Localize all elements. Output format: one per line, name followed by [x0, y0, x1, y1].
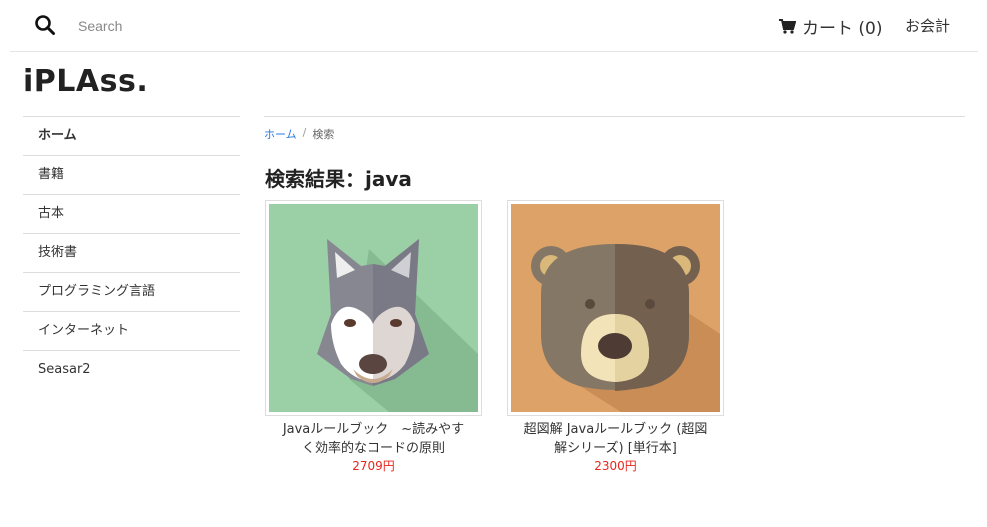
- top-navbar: カート (0) お会計: [10, 0, 978, 52]
- product-name[interactable]: 超図解 Javaルールブック (超図 解シリーズ) [単行本]: [507, 420, 724, 458]
- sidebar-item-used-books[interactable]: 古本: [23, 194, 240, 233]
- cart-link[interactable]: カート (0): [778, 14, 883, 39]
- product-name-line: く効率的なコードの原則: [301, 441, 445, 456]
- product-card: Javaルールブック ~読みやす く効率的なコードの原則 2709円: [265, 200, 482, 475]
- sidebar-item-seasar2[interactable]: Seasar2: [23, 350, 240, 389]
- site-logo[interactable]: iPLAss.: [23, 64, 148, 99]
- product-price: 2709円: [352, 459, 395, 473]
- category-sidebar: ホーム 書籍 古本 技術書 プログラミング言語 インターネット Seasar2: [23, 116, 240, 389]
- product-name-line: Javaルールブック ~読みやす: [282, 422, 465, 437]
- sidebar-item-programming-languages[interactable]: プログラミング言語: [23, 272, 240, 311]
- sidebar-item-books[interactable]: 書籍: [23, 155, 240, 194]
- breadcrumb-separator: /: [302, 126, 307, 139]
- wolf-illustration: [269, 204, 478, 412]
- page-title: 検索結果：java: [265, 167, 412, 191]
- breadcrumb-home-link[interactable]: ホーム: [264, 126, 297, 142]
- cart-label: カート (0): [802, 18, 883, 39]
- search-icon[interactable]: [34, 14, 56, 36]
- cart-icon: [779, 19, 796, 34]
- sidebar-item-technical-books[interactable]: 技術書: [23, 233, 240, 272]
- checkout-link[interactable]: お会計: [905, 14, 950, 38]
- search-input[interactable]: [70, 14, 330, 38]
- product-image-link[interactable]: [507, 200, 724, 416]
- product-name-line: 解シリーズ) [単行本]: [554, 441, 677, 456]
- product-price: 2300円: [594, 459, 637, 473]
- breadcrumb-current: 検索: [312, 128, 335, 141]
- sidebar-item-home[interactable]: ホーム: [23, 116, 240, 155]
- breadcrumb: ホーム / 検索: [264, 126, 334, 142]
- product-name[interactable]: Javaルールブック ~読みやす く効率的なコードの原則: [265, 420, 482, 458]
- content-divider: [264, 116, 965, 117]
- product-name-line: 超図解 Javaルールブック (超図: [523, 422, 708, 437]
- product-card: 超図解 Javaルールブック (超図 解シリーズ) [単行本] 2300円: [507, 200, 724, 475]
- product-image-link[interactable]: [265, 200, 482, 416]
- sidebar-item-internet[interactable]: インターネット: [23, 311, 240, 350]
- bear-illustration: [511, 204, 720, 412]
